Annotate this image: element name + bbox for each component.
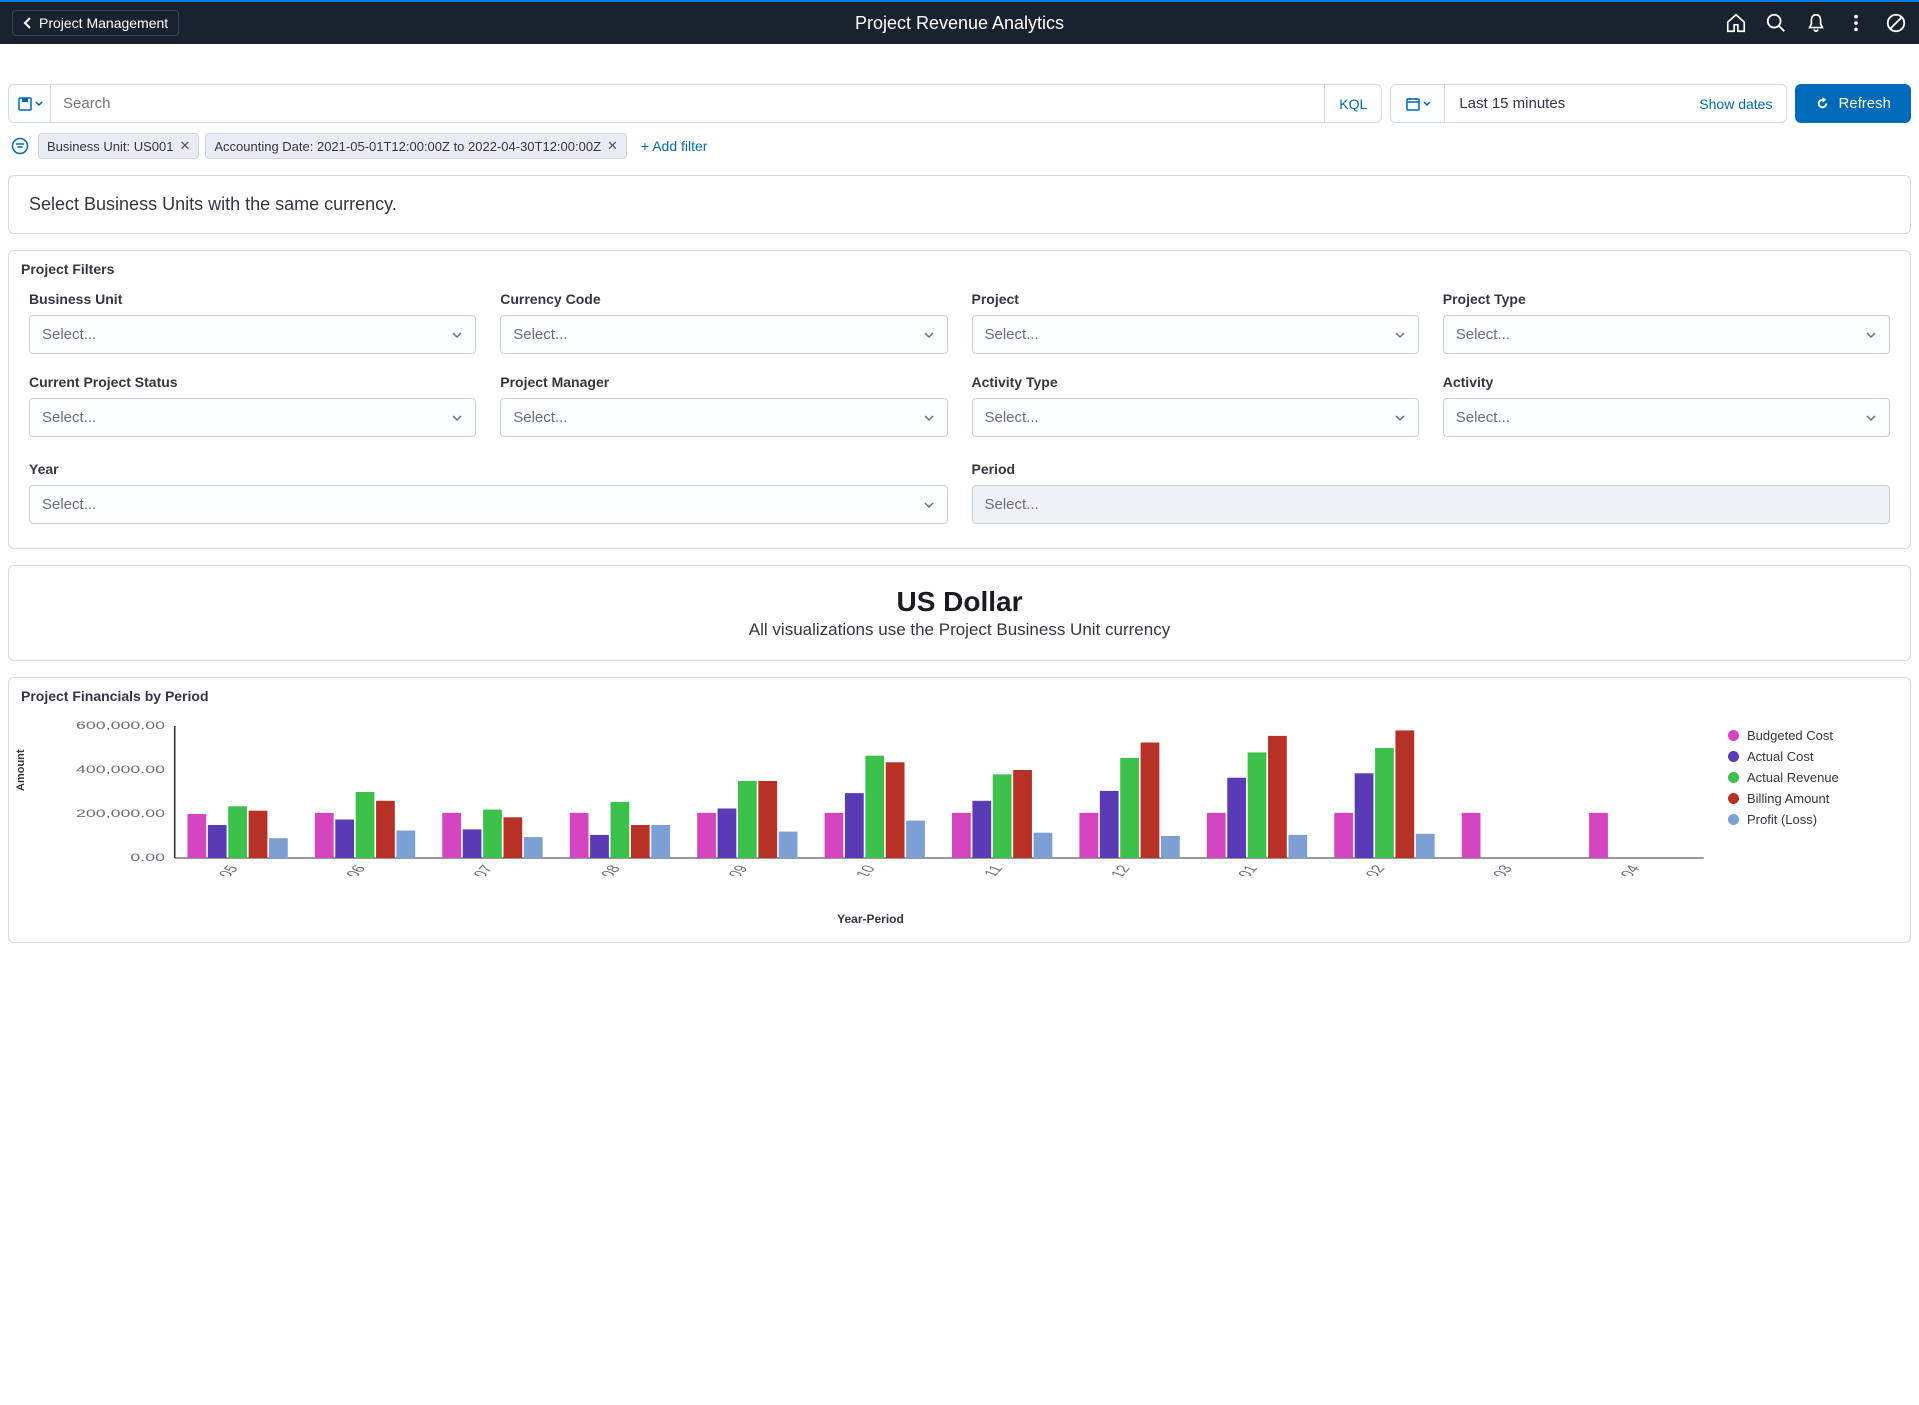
field-label: Project Type [1443,291,1890,307]
chevron-down-icon [1394,412,1406,424]
legend-item[interactable]: Actual Cost [1728,749,1898,764]
chevron-down-icon [923,329,935,341]
project-filters-title: Project Filters [9,251,1910,277]
time-picker: Last 15 minutes Show dates [1390,84,1787,123]
svg-text:2022-04: 2022-04 [1595,864,1644,876]
kebab-menu-icon[interactable] [1845,12,1867,34]
filter-select[interactable]: Select... [29,315,476,354]
home-icon[interactable] [1725,12,1747,34]
legend-item[interactable]: Profit (Loss) [1728,812,1898,827]
disabled-circle-icon[interactable] [1885,12,1907,34]
chevron-down-icon [451,412,463,424]
svg-text:2022-03: 2022-03 [1468,864,1517,876]
chevron-down-icon [923,412,935,424]
saved-query-button[interactable] [9,85,51,122]
chevron-down-icon [923,499,935,511]
period-select: Select... [972,485,1891,524]
filter-select[interactable]: Select... [1443,398,1890,437]
field-label: Project [972,291,1419,307]
filter-pill[interactable]: Business Unit: US001 ✕ [38,133,199,159]
year-select[interactable]: Select... [29,485,948,524]
top-bar: Project Management Project Revenue Analy… [0,0,1919,44]
period-label: Period [972,461,1891,477]
legend-dot [1728,793,1739,804]
y-axis-label: Amount [15,749,27,791]
search-icon[interactable] [1765,12,1787,34]
calendar-button[interactable] [1391,85,1445,122]
page-title: Project Revenue Analytics [855,13,1064,34]
bar-chart: 0.00 200,000.00 400,000.00 600,000.00 2021-0… [21,716,1720,876]
filter-toggle-icon[interactable] [8,134,32,158]
svg-text:600,000.00: 600,000.00 [76,720,165,732]
close-icon[interactable]: ✕ [607,138,618,154]
filter-select[interactable]: Select... [500,398,947,437]
show-dates-link[interactable]: Show dates [1685,85,1786,122]
chevron-down-icon [1865,329,1877,341]
chart-legend: Budgeted Cost Actual Cost Actual Revenue Bi… [1728,716,1898,926]
back-label: Project Management [39,15,168,31]
legend-dot [1728,772,1739,783]
field-label: Activity [1443,374,1890,390]
filter-select[interactable]: Select... [1443,315,1890,354]
chevron-left-icon [23,16,33,30]
chevron-down-icon [35,100,43,108]
refresh-button[interactable]: Refresh [1795,84,1911,123]
currency-title: US Dollar [29,586,1890,618]
query-bar: KQL [8,84,1382,123]
svg-text:2021-06: 2021-06 [321,864,370,876]
legend-dot [1728,814,1739,825]
filter-pill[interactable]: Accounting Date: 2021-05-01T12:00:00Z to… [205,133,627,159]
chevron-down-icon [1394,329,1406,341]
filter-select[interactable]: Select... [500,315,947,354]
filter-select[interactable]: Select... [972,398,1419,437]
field-label: Activity Type [972,374,1419,390]
field-label: Business Unit [29,291,476,307]
legend-dot [1728,751,1739,762]
svg-text:2021-12: 2021-12 [1085,864,1134,876]
svg-text:2021-08: 2021-08 [576,864,625,876]
svg-text:2021-07: 2021-07 [448,864,497,876]
svg-text:200,000.00: 200,000.00 [76,808,165,820]
year-label: Year [29,461,948,477]
svg-text:2022-01: 2022-01 [1213,864,1262,876]
svg-text:0.00: 0.00 [130,852,165,864]
legend-item[interactable]: Budgeted Cost [1728,728,1898,743]
x-axis-label: Year-Period [21,912,1720,926]
info-message: Select Business Units with the same curr… [29,194,1890,215]
filter-select[interactable]: Select... [29,398,476,437]
currency-subtitle: All visualizations use the Project Busin… [29,620,1890,640]
field-label: Project Manager [500,374,947,390]
legend-dot [1728,730,1739,741]
svg-text:2021-09: 2021-09 [703,864,752,876]
svg-text:2022-02: 2022-02 [1340,864,1389,876]
add-filter-link[interactable]: + Add filter [633,134,716,158]
field-label: Currency Code [500,291,947,307]
search-input[interactable] [51,85,1324,122]
svg-text:400,000.00: 400,000.00 [76,764,165,776]
chevron-down-icon [451,329,463,341]
svg-text:2021-05: 2021-05 [193,864,242,876]
legend-item[interactable]: Actual Revenue [1728,770,1898,785]
legend-item[interactable]: Billing Amount [1728,791,1898,806]
back-button[interactable]: Project Management [12,10,179,36]
svg-text:2021-11: 2021-11 [959,864,1008,876]
refresh-icon [1815,96,1830,111]
filter-select[interactable]: Select... [972,315,1419,354]
kql-toggle[interactable]: KQL [1324,85,1381,122]
chevron-down-icon [1423,100,1431,108]
bell-icon[interactable] [1805,12,1827,34]
chart-title: Project Financials by Period [21,688,1898,708]
svg-text:2021-10: 2021-10 [830,864,879,876]
close-icon[interactable]: ✕ [179,138,190,154]
field-label: Current Project Status [29,374,476,390]
time-range-value[interactable]: Last 15 minutes [1445,85,1685,122]
chevron-down-icon [1865,412,1877,424]
